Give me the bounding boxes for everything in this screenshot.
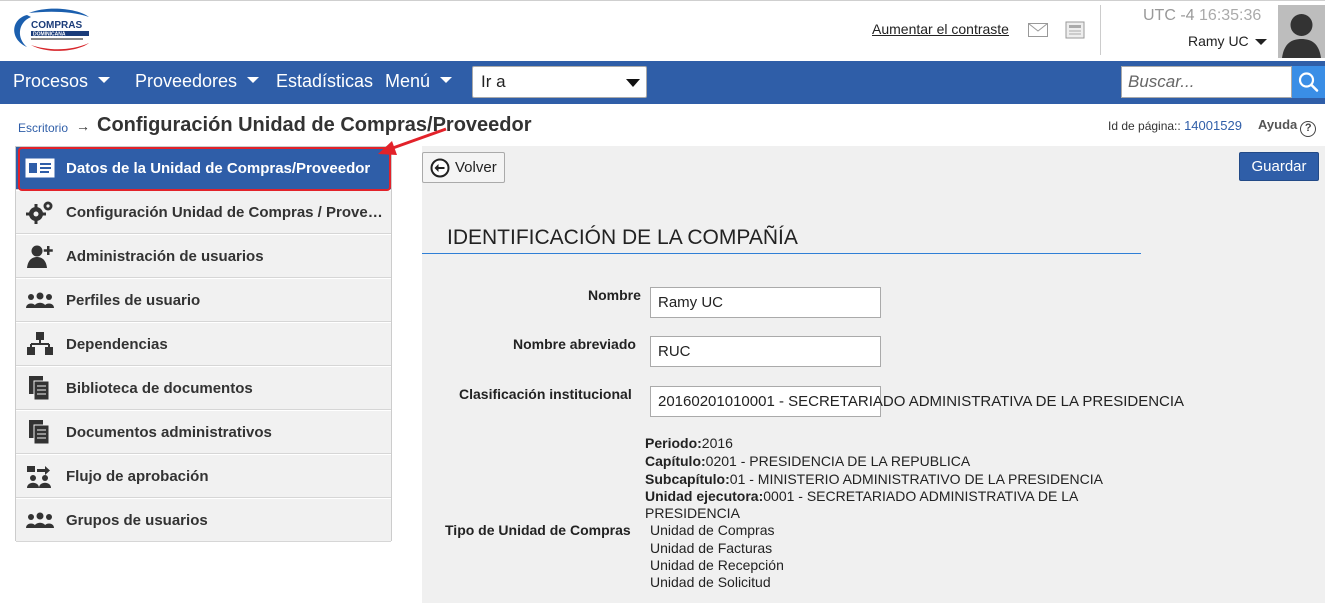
help-icon: ? <box>1300 121 1317 137</box>
timezone-label: UTC -4 <box>1143 7 1195 24</box>
short-name-label: Nombre abreviado <box>513 336 636 352</box>
period-value: 2016 <box>701 435 733 451</box>
nav-procesos[interactable]: Procesos <box>13 71 111 92</box>
exec-unit-value: 0001 - SECRETARIADO ADMINISTRATIVA DE LA <box>763 488 1079 504</box>
top-header: COMPRAS DOMINICANA Aumentar el contraste… <box>0 0 1325 61</box>
unit-type-option[interactable]: Unidad de Compras <box>650 522 775 538</box>
exec-unit-label: Unidad ejecutora: <box>645 488 764 504</box>
goto-value: Ir a <box>481 72 506 91</box>
documents-icon <box>29 376 50 401</box>
sidebar: Datos de la Unidad de Compras/Proveedor … <box>15 146 392 542</box>
page-id: Id de página:: 14001529 <box>1108 118 1242 133</box>
back-button[interactable]: Volver <box>422 152 505 183</box>
sidebar-item-label: Grupos de usuarios <box>66 512 208 529</box>
search-button[interactable] <box>1292 66 1325 98</box>
compras-dominicana-logo[interactable]: COMPRAS DOMINICANA <box>9 7 95 55</box>
user-add-icon <box>27 245 53 268</box>
exec-unit-line: Unidad ejecutora:0001 - SECRETARIADO ADM… <box>645 488 1078 504</box>
sidebar-item-label: Flujo de aprobación <box>66 468 209 485</box>
sidebar-item-label: Perfiles de usuario <box>66 292 201 309</box>
breadcrumb-home-link[interactable]: Escritorio <box>18 121 68 135</box>
help-link[interactable]: Ayuda? <box>1258 117 1317 137</box>
period-label: Periodo: <box>645 435 702 451</box>
page-id-value[interactable]: 14001529 <box>1184 118 1242 133</box>
unit-type-option[interactable]: Unidad de Recepción <box>650 557 784 573</box>
sidebar-item-label: Configuración Unidad de Compras / Provee… <box>66 204 388 221</box>
save-button[interactable]: Guardar <box>1239 152 1319 181</box>
sidebar-item-label: Documentos administrativos <box>66 424 272 441</box>
exec-unit-line-cont: PRESIDENCIA <box>645 505 740 521</box>
documents-icon <box>29 420 50 445</box>
user-name: Ramy UC <box>1188 33 1249 49</box>
nav-menu-label: Menú <box>385 71 431 91</box>
chapter-value: 0201 - PRESIDENCIA DE LA REPUBLICA <box>705 453 971 469</box>
breadcrumb-arrow-icon: → <box>76 118 90 134</box>
header-divider <box>1100 5 1101 55</box>
sidebar-item-approval-flow[interactable]: Flujo de aprobación <box>16 455 391 498</box>
notifications-icon[interactable] <box>1065 21 1085 39</box>
user-menu[interactable]: Ramy UC <box>1188 33 1267 49</box>
chapter-line: Capítulo:0201 - PRESIDENCIA DE LA REPUBL… <box>645 453 970 469</box>
org-chart-icon <box>27 332 53 355</box>
sidebar-item-configuration[interactable]: Configuración Unidad de Compras / Provee… <box>16 191 391 234</box>
page-title: Configuración Unidad de Compras/Proveedo… <box>97 114 532 136</box>
clock: UTC -4 16:35:36 <box>1143 7 1261 25</box>
chevron-down-icon <box>1254 39 1267 46</box>
mail-icon[interactable] <box>1028 23 1048 37</box>
sidebar-item-user-profiles[interactable]: Perfiles de usuario <box>16 279 391 322</box>
name-label: Nombre <box>588 287 641 303</box>
search-input[interactable] <box>1121 66 1292 98</box>
name-field[interactable] <box>650 287 881 318</box>
chapter-label: Capítulo: <box>645 453 706 469</box>
nav-estadisticas[interactable]: Estadísticas <box>276 71 373 92</box>
page-id-label: Id de página:: <box>1108 119 1181 133</box>
user-group-icon <box>26 512 54 528</box>
classification-field[interactable]: 20160201010001 - SECRETARIADO ADMINISTRA… <box>650 386 1184 417</box>
nav-proveedores-label: Proveedores <box>135 71 238 91</box>
svg-text:DOMINICANA: DOMINICANA <box>33 32 66 38</box>
classification-value: 20160201010001 - SECRETARIADO ADMINISTRA… <box>658 393 1185 410</box>
logo-text: COMPRAS <box>31 20 82 31</box>
chevron-down-icon <box>98 77 111 84</box>
search-icon <box>1298 72 1319 92</box>
increase-contrast-link[interactable]: Aumentar el contraste <box>872 21 1009 37</box>
nav-proveedores[interactable]: Proveedores <box>135 71 260 92</box>
unit-type-option[interactable]: Unidad de Solicitud <box>650 574 771 590</box>
nav-estadisticas-label: Estadísticas <box>276 71 374 91</box>
subchapter-value: 01 - MINISTERIO ADMINISTRATIVO DE LA PRE… <box>729 471 1103 487</box>
section-divider <box>422 253 1141 254</box>
sidebar-item-user-groups[interactable]: Grupos de usuarios <box>16 499 391 542</box>
sidebar-item-user-admin[interactable]: Administración de usuarios <box>16 235 391 278</box>
sidebar-item-label: Biblioteca de documentos <box>66 380 253 397</box>
nav-menu[interactable]: Menú <box>385 71 453 92</box>
classification-label: Clasificación institucional <box>459 386 632 402</box>
arrow-left-icon <box>430 158 450 178</box>
sidebar-item-admin-documents[interactable]: Documentos administrativos <box>16 411 391 454</box>
section-title: IDENTIFICACIÓN DE LA COMPAÑÍA <box>447 226 798 249</box>
chevron-down-icon <box>247 77 260 84</box>
time-label: 16:35:36 <box>1199 7 1262 24</box>
avatar[interactable] <box>1278 5 1325 58</box>
back-button-label: Volver <box>455 159 497 176</box>
users-profile-icon <box>26 292 54 308</box>
unit-type-label: Tipo de Unidad de Compras <box>445 522 631 538</box>
sidebar-item-dependencies[interactable]: Dependencias <box>16 323 391 366</box>
subchapter-line: Subcapítulo:01 - MINISTERIO ADMINISTRATI… <box>645 471 1103 487</box>
gears-icon <box>26 201 53 224</box>
sidebar-item-label: Dependencias <box>66 336 168 353</box>
period-line: Periodo:2016 <box>645 435 733 451</box>
unit-type-option[interactable]: Unidad de Facturas <box>650 540 772 556</box>
goto-select[interactable]: Ir a <box>472 66 647 98</box>
sidebar-item-label: Administración de usuarios <box>66 248 264 265</box>
dropdown-arrow-icon <box>626 79 640 87</box>
highlight-box <box>18 147 391 191</box>
short-name-field[interactable] <box>650 336 881 367</box>
help-label: Ayuda <box>1258 117 1298 132</box>
user-silhouette-icon <box>1278 5 1325 58</box>
subchapter-label: Subcapítulo: <box>645 471 730 487</box>
sidebar-item-document-library[interactable]: Biblioteca de documentos <box>16 367 391 410</box>
nav-procesos-label: Procesos <box>13 71 89 91</box>
approval-flow-icon <box>27 466 51 488</box>
chevron-down-icon <box>440 77 453 84</box>
